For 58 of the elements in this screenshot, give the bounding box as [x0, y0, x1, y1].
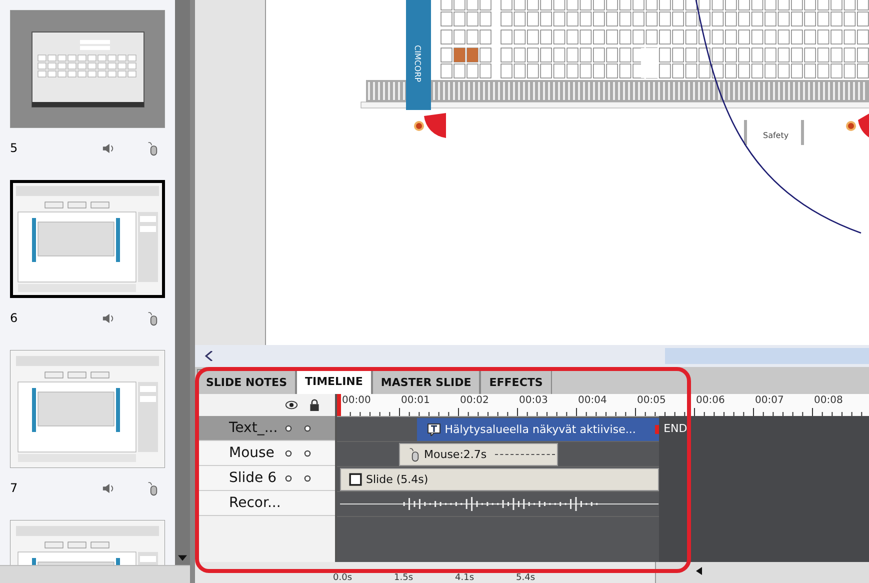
- eye-icon[interactable]: [285, 399, 298, 411]
- mouse-icon: [146, 310, 159, 326]
- visibility-dot-icon[interactable]: [285, 474, 292, 482]
- track-name: Recor...: [229, 495, 282, 511]
- track-name: Slide 6: [229, 470, 278, 486]
- ruler-label: 00:03: [519, 395, 548, 406]
- track-name: Text_...: [229, 420, 279, 436]
- slide-number: 6: [10, 311, 19, 325]
- caption-bar[interactable]: Hälytysalueella näkyvät aktiivise...: [416, 418, 659, 441]
- tab[interactable]: MASTER SLIDE: [372, 369, 480, 394]
- mouse-icon: [408, 447, 420, 462]
- mouse-bar-label: Mouse:2.7s: [424, 448, 487, 461]
- caption-icon: [426, 423, 441, 436]
- slide-drawing: CIMCORP Safety: [266, 0, 869, 340]
- time-readout: 1.5s: [394, 573, 414, 583]
- time-ruler[interactable]: 00:00 00:01 00:02 00:03 00:04 00:05 00:06 00:07 00:08: [337, 394, 869, 417]
- slide-number: 7: [10, 481, 19, 495]
- horizontal-scrollbar[interactable]: [0, 565, 190, 583]
- time-readout: 5.4s: [516, 573, 536, 583]
- time-readout: 4.1s: [455, 573, 474, 583]
- tab[interactable]: EFFECTS: [480, 369, 552, 394]
- mouse-icon: [146, 140, 159, 156]
- square-icon: [349, 473, 362, 486]
- slide-thumbnail[interactable]: [10, 350, 165, 468]
- end-marker[interactable]: [654, 425, 659, 434]
- lock-dot-icon[interactable]: [304, 474, 311, 482]
- ruler-label: 00:00: [342, 395, 371, 406]
- slide-thumbnail[interactable]: [10, 180, 165, 298]
- ruler-label: 00:05: [637, 395, 666, 406]
- ruler-label: 00:08: [814, 395, 843, 406]
- lock-icon[interactable]: [308, 399, 321, 411]
- slide-bar[interactable]: Slide (5.4s): [340, 468, 659, 491]
- ruler-label: 00:06: [696, 395, 725, 406]
- time-readout: 0.0s: [333, 573, 352, 583]
- caption-bar-label: Hälytysalueella näkyvät aktiivise...: [444, 423, 636, 436]
- ruler-label: 00:07: [755, 395, 784, 406]
- vertical-scrollbar[interactable]: [175, 0, 190, 565]
- dashed-line: [494, 454, 555, 455]
- track-name: Mouse: [229, 445, 276, 461]
- ruler-label: 00:04: [578, 395, 607, 406]
- down-arrow-icon[interactable]: [178, 555, 187, 561]
- ruler-label: 00:02: [460, 395, 489, 406]
- waveform-drawing[interactable]: [340, 494, 659, 514]
- left-arrow-icon[interactable]: [696, 567, 702, 575]
- lock-dot-icon[interactable]: [304, 424, 311, 432]
- slide-bar-label: Slide (5.4s): [366, 473, 428, 486]
- slide-thumbnail[interactable]: [10, 10, 165, 128]
- mouse-bar[interactable]: Mouse:2.7s: [399, 443, 558, 466]
- ruler-label: 00:01: [401, 395, 430, 406]
- mouse-icon: [146, 480, 159, 496]
- lock-dot-icon[interactable]: [304, 450, 311, 456]
- visibility-dot-icon[interactable]: [285, 424, 292, 432]
- end-label: END: [664, 422, 688, 435]
- scrollbar-thumb[interactable]: [665, 348, 869, 364]
- visibility-dot-icon[interactable]: [285, 450, 292, 456]
- timeline-scrollbar[interactable]: [655, 562, 869, 583]
- tab[interactable]: SLIDE NOTES: [197, 369, 296, 394]
- slide-number: 5: [10, 141, 19, 155]
